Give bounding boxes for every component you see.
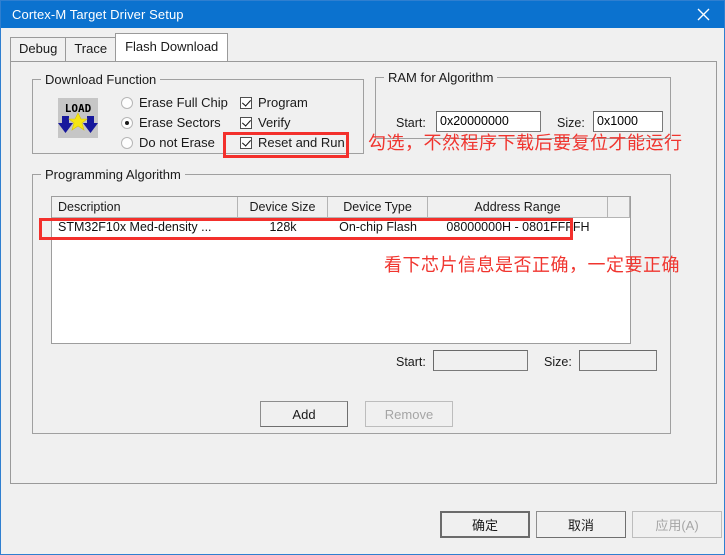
download-function-group: Download Function LOAD Erase Full Chip E… (32, 72, 364, 154)
load-icon: LOAD (56, 96, 100, 140)
ok-button[interactable]: 确定 (440, 511, 530, 538)
algorithm-start-input[interactable] (433, 350, 528, 371)
table-body: STM32F10x Med-density ... 128k On-chip F… (52, 218, 630, 237)
tab-debug[interactable]: Debug (10, 37, 67, 61)
table-row[interactable]: STM32F10x Med-density ... 128k On-chip F… (52, 218, 630, 237)
checkbox-reset-and-run[interactable]: Reset and Run (240, 135, 345, 150)
ram-start-label: Start: (396, 116, 426, 130)
radio-erase-full-chip[interactable]: Erase Full Chip (121, 95, 228, 110)
cell-device-type: On-chip Flash (339, 220, 417, 234)
tab-trace[interactable]: Trace (65, 37, 117, 61)
apply-button: 应用(A) (632, 511, 722, 538)
table-header-row: Description Device Size Device Type Addr… (52, 197, 630, 218)
column-header-device-type[interactable]: Device Type (328, 197, 428, 217)
checkbox-label: Program (258, 95, 308, 110)
cell-address-range: 08000000H - 0801FFFFH (446, 220, 590, 234)
radio-label: Erase Full Chip (139, 95, 228, 110)
programming-algorithm-group: Programming Algorithm Description Device… (32, 167, 671, 434)
ram-size-label: Size: (557, 116, 585, 130)
checkbox-indicator (240, 136, 252, 149)
tab-flash-download[interactable]: Flash Download (115, 33, 229, 61)
checkbox-verify[interactable]: Verify (240, 115, 291, 130)
checkbox-label: Reset and Run (258, 135, 345, 150)
cell-spacer (608, 218, 630, 237)
algorithm-start-label: Start: (396, 355, 426, 369)
ram-for-algorithm-legend: RAM for Algorithm (384, 70, 498, 85)
radio-do-not-erase[interactable]: Do not Erase (121, 135, 215, 150)
title-bar: Cortex-M Target Driver Setup (1, 1, 724, 28)
radio-label: Do not Erase (139, 135, 215, 150)
algorithm-size-input[interactable] (579, 350, 657, 371)
add-button[interactable]: Add (260, 401, 348, 427)
radio-indicator (121, 116, 133, 129)
checkbox-indicator (240, 116, 252, 129)
radio-indicator (121, 136, 133, 149)
window-title: Cortex-M Target Driver Setup (12, 7, 184, 22)
cancel-button[interactable]: 取消 (536, 511, 626, 538)
radio-indicator (121, 96, 133, 109)
remove-button: Remove (365, 401, 453, 427)
radio-label: Erase Sectors (139, 115, 221, 130)
close-icon[interactable] (680, 1, 724, 28)
radio-erase-sectors[interactable]: Erase Sectors (121, 115, 221, 130)
programming-algorithm-legend: Programming Algorithm (41, 167, 185, 182)
cell-device-size: 128k (269, 220, 297, 234)
algorithm-size-label: Size: (544, 355, 572, 369)
column-header-device-size[interactable]: Device Size (238, 197, 328, 217)
checkbox-label: Verify (258, 115, 291, 130)
column-header-description[interactable]: Description (52, 197, 238, 217)
checkbox-indicator (240, 96, 252, 109)
column-header-spacer[interactable] (608, 197, 630, 217)
tab-strip: Debug Trace Flash Download (10, 33, 229, 61)
column-header-address-range[interactable]: Address Range (428, 197, 608, 217)
annotation-chip-info-note: 看下芯片信息是否正确，一定要正确 (384, 255, 680, 276)
download-function-legend: Download Function (41, 72, 161, 87)
cell-description: STM32F10x Med-density ... (58, 220, 212, 234)
checkbox-program[interactable]: Program (240, 95, 308, 110)
annotation-reset-and-run-note: 勾选，不然程序下载后要复位才能运行 (368, 133, 683, 154)
cortex-m-target-driver-setup-dialog: Cortex-M Target Driver Setup Debug Trace… (0, 0, 725, 555)
